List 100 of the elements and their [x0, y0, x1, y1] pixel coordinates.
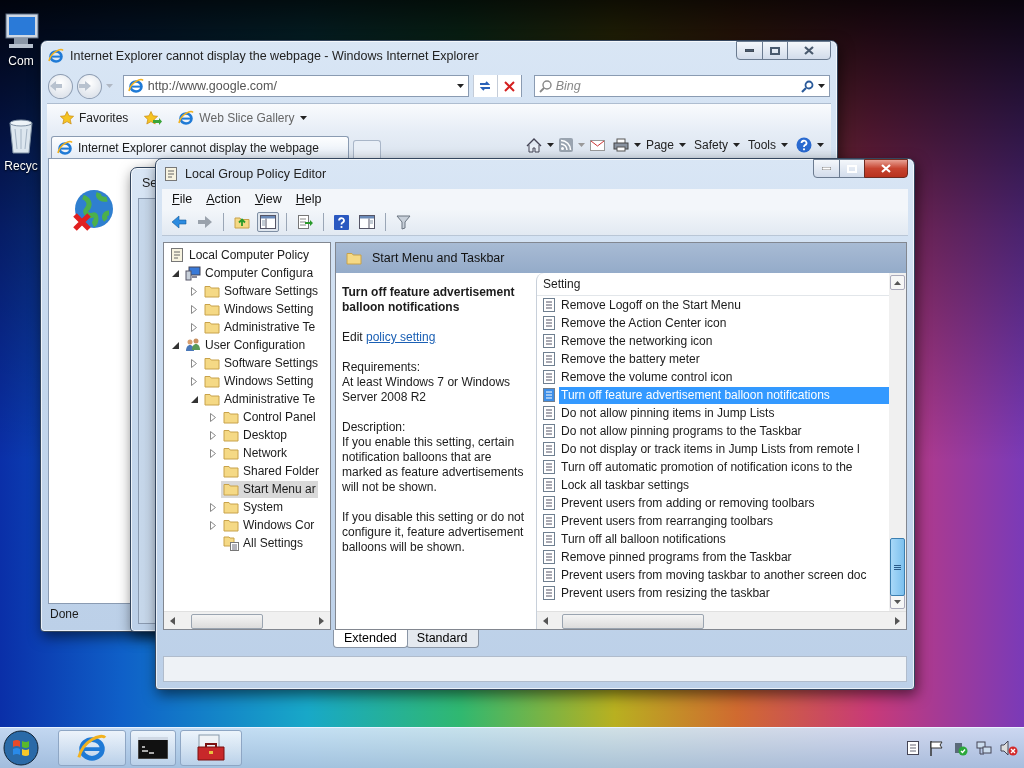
minimize-button[interactable]: [736, 41, 763, 60]
internet-explorer-taskbar-button[interactable]: [58, 730, 126, 766]
policy-icon: [169, 247, 185, 263]
scroll-left-icon: [543, 616, 548, 625]
policy-setting-link[interactable]: policy setting: [366, 330, 436, 344]
tree-item[interactable]: Desktop: [221, 426, 290, 444]
speaker-muted-icon[interactable]: [1000, 740, 1018, 756]
horizontal-scrollbar[interactable]: [537, 611, 906, 629]
policy-setting-item[interactable]: Prevent users from rearranging toolbars: [559, 512, 889, 530]
tree-item[interactable]: Start Menu ar: [221, 480, 318, 498]
forward-arrow-icon: [77, 80, 92, 92]
tree-item[interactable]: Computer Configura: [183, 264, 316, 282]
tree-item[interactable]: Control Panel: [221, 408, 318, 426]
document-tray-icon[interactable]: [906, 740, 920, 756]
browser-tab[interactable]: Internet Explorer cannot display the webpage: [51, 136, 349, 158]
search-icon: [538, 79, 552, 93]
policy-setting-item[interactable]: Remove the volume control icon: [559, 368, 889, 386]
show-hide-tree-button[interactable]: [257, 212, 279, 232]
search-dropdown-caret-icon: [818, 84, 825, 88]
vertical-scrollbar[interactable]: [889, 273, 906, 611]
minimize-button[interactable]: [813, 159, 840, 178]
horizontal-scrollbar[interactable]: [164, 611, 330, 629]
stop-button[interactable]: [496, 75, 521, 97]
power-check-icon[interactable]: [952, 740, 968, 756]
scrollbar-thumb[interactable]: [562, 613, 704, 629]
close-button[interactable]: [787, 41, 831, 60]
policy-setting-item[interactable]: Lock all taskbar settings: [559, 476, 889, 494]
desktop-icon-label[interactable]: Com: [8, 54, 34, 68]
policy-setting-item[interactable]: Do not allow pinning items in Jump Lists: [559, 404, 889, 422]
policy-setting-item[interactable]: Prevent users from resizing the taskbar: [559, 584, 889, 602]
favorites-button[interactable]: Favorites: [57, 109, 132, 127]
maximize-button[interactable]: [762, 41, 788, 60]
tree-item[interactable]: Shared Folder: [221, 462, 322, 480]
policy-setting-item[interactable]: Do not display or track items in Jump Lists from remote l: [559, 440, 889, 458]
close-button[interactable]: [864, 159, 908, 178]
command-menu-button[interactable]: Page: [642, 136, 689, 154]
menu-item[interactable]: View: [248, 191, 288, 207]
maximize-icon: [847, 164, 857, 173]
ie-logo-icon: [77, 733, 107, 763]
policy-setting-item[interactable]: Turn off all balloon notifications: [559, 530, 889, 548]
help-icon: [334, 214, 349, 230]
tree-item[interactable]: System: [221, 498, 285, 516]
tree-item[interactable]: Network: [221, 444, 289, 462]
tree-item[interactable]: Administrative Te: [202, 390, 318, 408]
tree-item[interactable]: User Configuration: [183, 336, 308, 354]
show-action-pane-button[interactable]: [356, 212, 378, 232]
tree-item[interactable]: Windows Setting: [202, 300, 316, 318]
command-menu-button[interactable]: Tools: [745, 136, 791, 154]
toolbox-taskbar-button[interactable]: [180, 730, 242, 766]
policy-setting-icon: [542, 585, 556, 601]
computer-icon: [185, 265, 201, 281]
tree-item[interactable]: Administrative Te: [202, 318, 318, 336]
policy-setting-item[interactable]: Do not allow pinning programs to the Taskbar: [559, 422, 889, 440]
folder-icon: [204, 301, 220, 317]
policy-setting-item[interactable]: Remove pinned programs from the Taskbar: [559, 548, 889, 566]
tree-item[interactable]: Software Settings: [202, 354, 321, 372]
home-icon: [525, 137, 542, 153]
view-tab[interactable]: Extended: [333, 630, 408, 648]
folder-icon: [223, 517, 239, 533]
menu-item[interactable]: Help: [289, 191, 328, 207]
tree-item[interactable]: Windows Cor: [221, 516, 317, 534]
address-field[interactable]: http://www.google.com/: [147, 79, 453, 93]
network-icon[interactable]: [976, 740, 992, 756]
requirements-text: At least Windows 7 or Windows Server 2008 R2: [342, 375, 512, 405]
policy-setting-icon: [542, 369, 556, 385]
desktop-icon-label[interactable]: Recyc: [4, 159, 38, 173]
policy-setting-item[interactable]: Remove the Action Center icon: [559, 314, 889, 332]
policy-setting-item[interactable]: Remove the battery meter: [559, 350, 889, 368]
scroll-left-icon: [170, 616, 175, 625]
view-tab[interactable]: Standard: [405, 630, 479, 648]
scrollbar-thumb[interactable]: [191, 613, 263, 629]
policy-setting-icon: [542, 315, 556, 331]
window-title: Local Group Policy Editor: [185, 167, 328, 181]
caret-icon: [546, 143, 554, 147]
tree-item[interactable]: Local Computer Policy: [167, 246, 312, 264]
policy-setting-item[interactable]: Remove the networking icon: [559, 332, 889, 350]
minimize-icon: [745, 49, 754, 52]
policy-setting-item[interactable]: Turn off automatic promotion of notification icons to the: [559, 458, 889, 476]
refresh-button[interactable]: [472, 75, 497, 97]
command-prompt-taskbar-button[interactable]: [130, 730, 176, 766]
address-bar[interactable]: http://www.google.com/: [122, 75, 469, 97]
command-menu-button[interactable]: Safety: [690, 136, 743, 154]
column-header[interactable]: Setting: [537, 273, 889, 296]
policy-setting-item[interactable]: Remove Logoff on the Start Menu: [559, 296, 889, 314]
scrollbar-thumb[interactable]: [890, 538, 905, 596]
search-box[interactable]: Bing: [533, 75, 830, 97]
menu-item[interactable]: File: [166, 191, 199, 207]
maximize-button[interactable]: [839, 159, 865, 178]
search-field[interactable]: Bing: [555, 79, 797, 93]
tree-item[interactable]: Windows Setting: [202, 372, 316, 390]
policy-setting-item[interactable]: Prevent users from moving taskbar to another screen doc: [559, 566, 889, 584]
menu-item[interactable]: Action: [200, 191, 247, 207]
tree-item[interactable]: All Settings: [221, 534, 306, 552]
web-slice-gallery-button[interactable]: Web Slice Gallery: [175, 108, 310, 128]
tree-item[interactable]: Software Settings: [202, 282, 321, 300]
start-button[interactable]: [2, 729, 40, 767]
policy-setting-item[interactable]: Prevent users from adding or removing toolbars: [559, 494, 889, 512]
stop-icon: [503, 80, 515, 92]
flag-icon[interactable]: [928, 740, 944, 756]
policy-setting-icon: [542, 495, 556, 511]
